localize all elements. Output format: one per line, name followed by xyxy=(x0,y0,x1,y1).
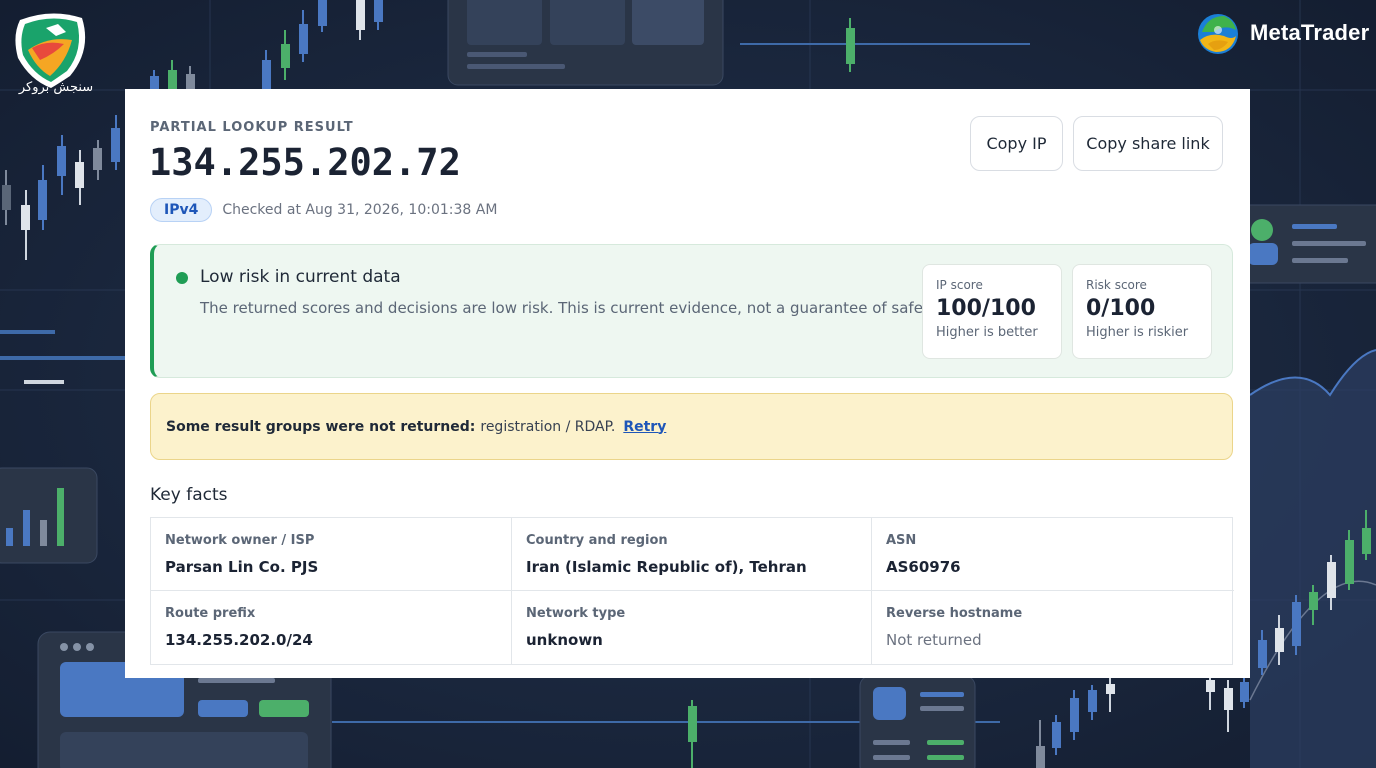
risk-score-hint: Higher is riskier xyxy=(1086,325,1189,340)
risk-summary-panel: Low risk in current data The returned sc… xyxy=(150,244,1233,378)
metatrader-logo-text: MetaTrader xyxy=(1250,20,1370,45)
ip-address-title: 134.255.202.72 xyxy=(149,141,461,184)
fact-network-owner: Network owner / ISP Parsan Lin Co. PJS xyxy=(151,518,512,591)
checked-at-timestamp: Checked at Aug 31, 2026, 10:01:38 AM xyxy=(222,202,498,218)
fact-label: Route prefix xyxy=(165,606,256,621)
risk-status-dot-icon xyxy=(176,272,188,284)
fact-label: Network type xyxy=(526,606,626,621)
fact-reverse-hostname: Reverse hostname Not returned xyxy=(872,591,1234,664)
broker-logo-text: سنجش بروکر xyxy=(18,80,94,95)
ip-version-badge: IPv4 xyxy=(150,198,213,222)
risk-score-value: 0/100 xyxy=(1086,296,1156,321)
fact-value: 134.255.202.0/24 xyxy=(165,631,313,649)
copy-share-link-button[interactable]: Copy share link xyxy=(1073,116,1223,171)
fact-label: ASN xyxy=(886,533,917,548)
copy-ip-button[interactable]: Copy IP xyxy=(970,116,1063,171)
risk-summary-title: Low risk in current data xyxy=(200,267,401,287)
fact-value: Iran (Islamic Republic of), Tehran xyxy=(526,558,807,576)
fact-value: unknown xyxy=(526,631,603,649)
fact-label: Country and region xyxy=(526,533,668,548)
warning-text: registration / RDAP. xyxy=(480,418,616,435)
risk-score-card: Risk score 0/100 Higher is riskier xyxy=(1072,264,1212,359)
ip-score-value: 100/100 xyxy=(936,296,1036,321)
risk-score-label: Risk score xyxy=(1086,278,1147,292)
metatrader-logo-icon xyxy=(1198,14,1238,54)
retry-link[interactable]: Retry xyxy=(623,419,666,435)
result-meta-row: IPv4 Checked at Aug 31, 2026, 10:01:38 A… xyxy=(150,198,497,222)
key-facts-heading: Key facts xyxy=(150,485,228,505)
lookup-result-card: PARTIAL LOOKUP RESULT 134.255.202.72 IPv… xyxy=(125,89,1250,678)
ip-score-card: IP score 100/100 Higher is better xyxy=(922,264,1062,359)
warning-heading: Some result groups were not returned: xyxy=(166,418,476,435)
ip-score-label: IP score xyxy=(936,278,983,292)
ip-score-hint: Higher is better xyxy=(936,325,1038,340)
metatrader-brand: MetaTrader xyxy=(1194,10,1369,56)
fact-value: Not returned xyxy=(886,631,982,649)
fact-asn: ASN AS60976 xyxy=(872,518,1234,591)
partial-result-warning: Some result groups were not returned: re… xyxy=(150,393,1233,460)
fact-country-region: Country and region Iran (Islamic Republi… xyxy=(512,518,872,591)
fact-value: AS60976 xyxy=(886,558,961,576)
fact-label: Reverse hostname xyxy=(886,606,1023,621)
fact-route-prefix: Route prefix 134.255.202.0/24 xyxy=(151,591,512,664)
risk-summary-description: The returned scores and decisions are lo… xyxy=(200,299,941,317)
result-status-label: PARTIAL LOOKUP RESULT xyxy=(150,120,354,135)
key-facts-table: Network owner / ISP Parsan Lin Co. PJS C… xyxy=(150,517,1234,665)
fact-network-type: Network type unknown xyxy=(512,591,872,664)
fact-label: Network owner / ISP xyxy=(165,533,315,548)
fact-value: Parsan Lin Co. PJS xyxy=(165,558,319,576)
